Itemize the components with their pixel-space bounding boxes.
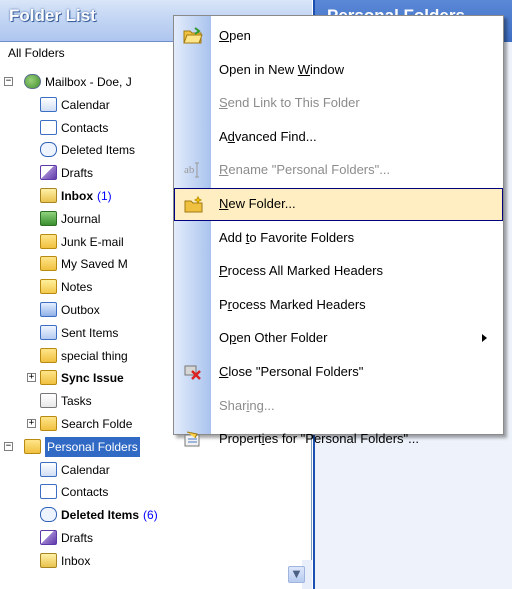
unread-count: (6): [143, 508, 158, 523]
folder-tree-item-label: Sync Issue: [61, 371, 124, 386]
folder-tree-item-label: Deleted Items: [61, 143, 136, 158]
menu-item-close-personal-folders[interactable]: Close "Personal Folders": [174, 356, 503, 389]
menu-item-rename-personal-folders[interactable]: ab Rename "Personal Folders"...: [174, 154, 503, 187]
menu-item-label: Open: [219, 28, 251, 43]
unread-count: (1): [97, 189, 112, 203]
drafts-icon: [40, 530, 57, 545]
menu-item-process-marked-headers[interactable]: Process Marked Headers: [174, 289, 503, 322]
folder-tree-item-label: Drafts: [61, 531, 94, 545]
folder-icon: [40, 370, 57, 386]
menu-item-new-folder[interactable]: New Folder...: [174, 188, 503, 221]
expand-icon[interactable]: +: [27, 373, 36, 383]
menu-item-advanced-find[interactable]: Advanced Find...: [174, 121, 503, 154]
junk-email-icon: [40, 233, 57, 249]
folder-list-title: Folder List: [9, 6, 96, 25]
calendar-icon: [40, 461, 57, 477]
expand-icon[interactable]: +: [27, 419, 36, 428]
menu-item-sharing[interactable]: Sharing...: [174, 390, 503, 423]
outbox-icon: [40, 302, 57, 317]
folder-tree-item-label: Sent Items: [61, 325, 119, 340]
folder-tree-item-label: Inbox (1): [61, 189, 112, 203]
new-folder-icon: [184, 195, 204, 214]
folder-tree-item-label: My Saved M: [61, 257, 128, 272]
menu-item-label: Open in New Window: [219, 61, 345, 77]
tasks-icon: [40, 393, 57, 409]
menu-item-label: Sharing...: [219, 397, 275, 413]
folder-tree-item-label: Drafts: [61, 166, 94, 181]
folder-tree-item-label: Mailbox - Doe, J: [45, 75, 132, 89]
menu-item-label: New Folder...: [219, 196, 296, 211]
folder-tree-item-label: Contacts: [61, 120, 109, 135]
svg-text:ab: ab: [184, 164, 195, 176]
menu-item-send-link-to-this-folder[interactable]: Send Link to This Folder: [174, 87, 503, 120]
collapse-icon[interactable]: −: [4, 441, 13, 451]
menu-item-open-other-folder[interactable]: Open Other Folder: [174, 322, 503, 355]
menu-item-label: Process All Marked Headers: [219, 263, 384, 279]
menu-item-process-all-marked-headers[interactable]: Process All Marked Headers: [174, 255, 503, 288]
contacts-icon: [40, 484, 57, 500]
folder-tree-item-label: Inbox: [61, 553, 91, 568]
scroll-down-icon[interactable]: ▼: [288, 566, 305, 583]
folder-tree-item-label: Calendar: [61, 97, 110, 112]
rename-icon: ab: [183, 161, 203, 179]
menu-item-label: Send Link to This Folder: [219, 95, 360, 111]
folder-tree-item-label: Junk E-mail: [61, 234, 124, 249]
sent-items-icon: [40, 324, 57, 340]
inbox-icon: [40, 552, 57, 568]
open-folder-icon: [183, 27, 203, 45]
menu-item-open[interactable]: Open: [174, 20, 503, 53]
folder-tree-item-label: Tasks: [61, 394, 92, 409]
folder-tree-item-label: Search Folde: [61, 417, 133, 431]
search-folder-icon: [40, 416, 57, 431]
menu-item-add-to-favorite-folders[interactable]: Add to Favorite Folders: [174, 222, 503, 255]
deleted-items-icon: [40, 507, 57, 523]
menu-item-label: Close "Personal Folders": [219, 364, 364, 379]
properties-icon: [183, 430, 203, 448]
all-folders-dropdown[interactable]: All Folders: [8, 46, 65, 60]
menu-item-label: Properties for "Personal Folders"...: [219, 431, 419, 447]
folder-context-menu: Open Open in New Window Send Link to This …: [173, 15, 504, 447]
menu-item-label: Add to Favorite Folders: [219, 229, 355, 245]
menu-item-properties-for-personal-folders[interactable]: Properties for "Personal Folders"...: [174, 423, 503, 456]
menu-item-label: Advanced Find...: [219, 128, 317, 144]
notes-icon: [40, 279, 57, 295]
menu-item-label: Process Marked Headers: [219, 296, 366, 312]
folder-icon: [40, 256, 57, 272]
folder-tree-item-label: Notes: [61, 280, 93, 295]
contacts-icon: [40, 119, 57, 135]
journal-icon: [40, 210, 57, 226]
collapse-icon[interactable]: −: [4, 77, 13, 86]
close-folder-icon: [183, 363, 203, 381]
folder-tree-item-label: Journal: [61, 211, 101, 226]
menu-item-open-in-new-window[interactable]: Open in New Window: [174, 54, 503, 87]
folder-tree-item-label: Personal Folders: [45, 436, 140, 457]
folder-tree-item-label: Calendar: [61, 462, 110, 477]
inbox-icon: [40, 188, 57, 203]
folder-tree-item-label: special thing: [61, 348, 128, 363]
menu-item-label: Rename "Personal Folders"...: [219, 162, 391, 178]
mailbox-icon: [24, 74, 41, 89]
folder-tree-item-label: Deleted Items (6): [61, 508, 158, 523]
folder-icon: [40, 347, 57, 363]
folder-tree-item-label: Outbox: [61, 303, 100, 317]
folder-tree-item-label: Contacts: [61, 485, 109, 500]
submenu-arrow-icon: [482, 334, 487, 343]
drafts-icon: [40, 165, 57, 181]
personal-folders-icon: [24, 438, 41, 454]
calendar-icon: [40, 96, 57, 112]
deleted-items-icon: [40, 142, 57, 158]
menu-item-label: Open Other Folder: [219, 330, 328, 346]
